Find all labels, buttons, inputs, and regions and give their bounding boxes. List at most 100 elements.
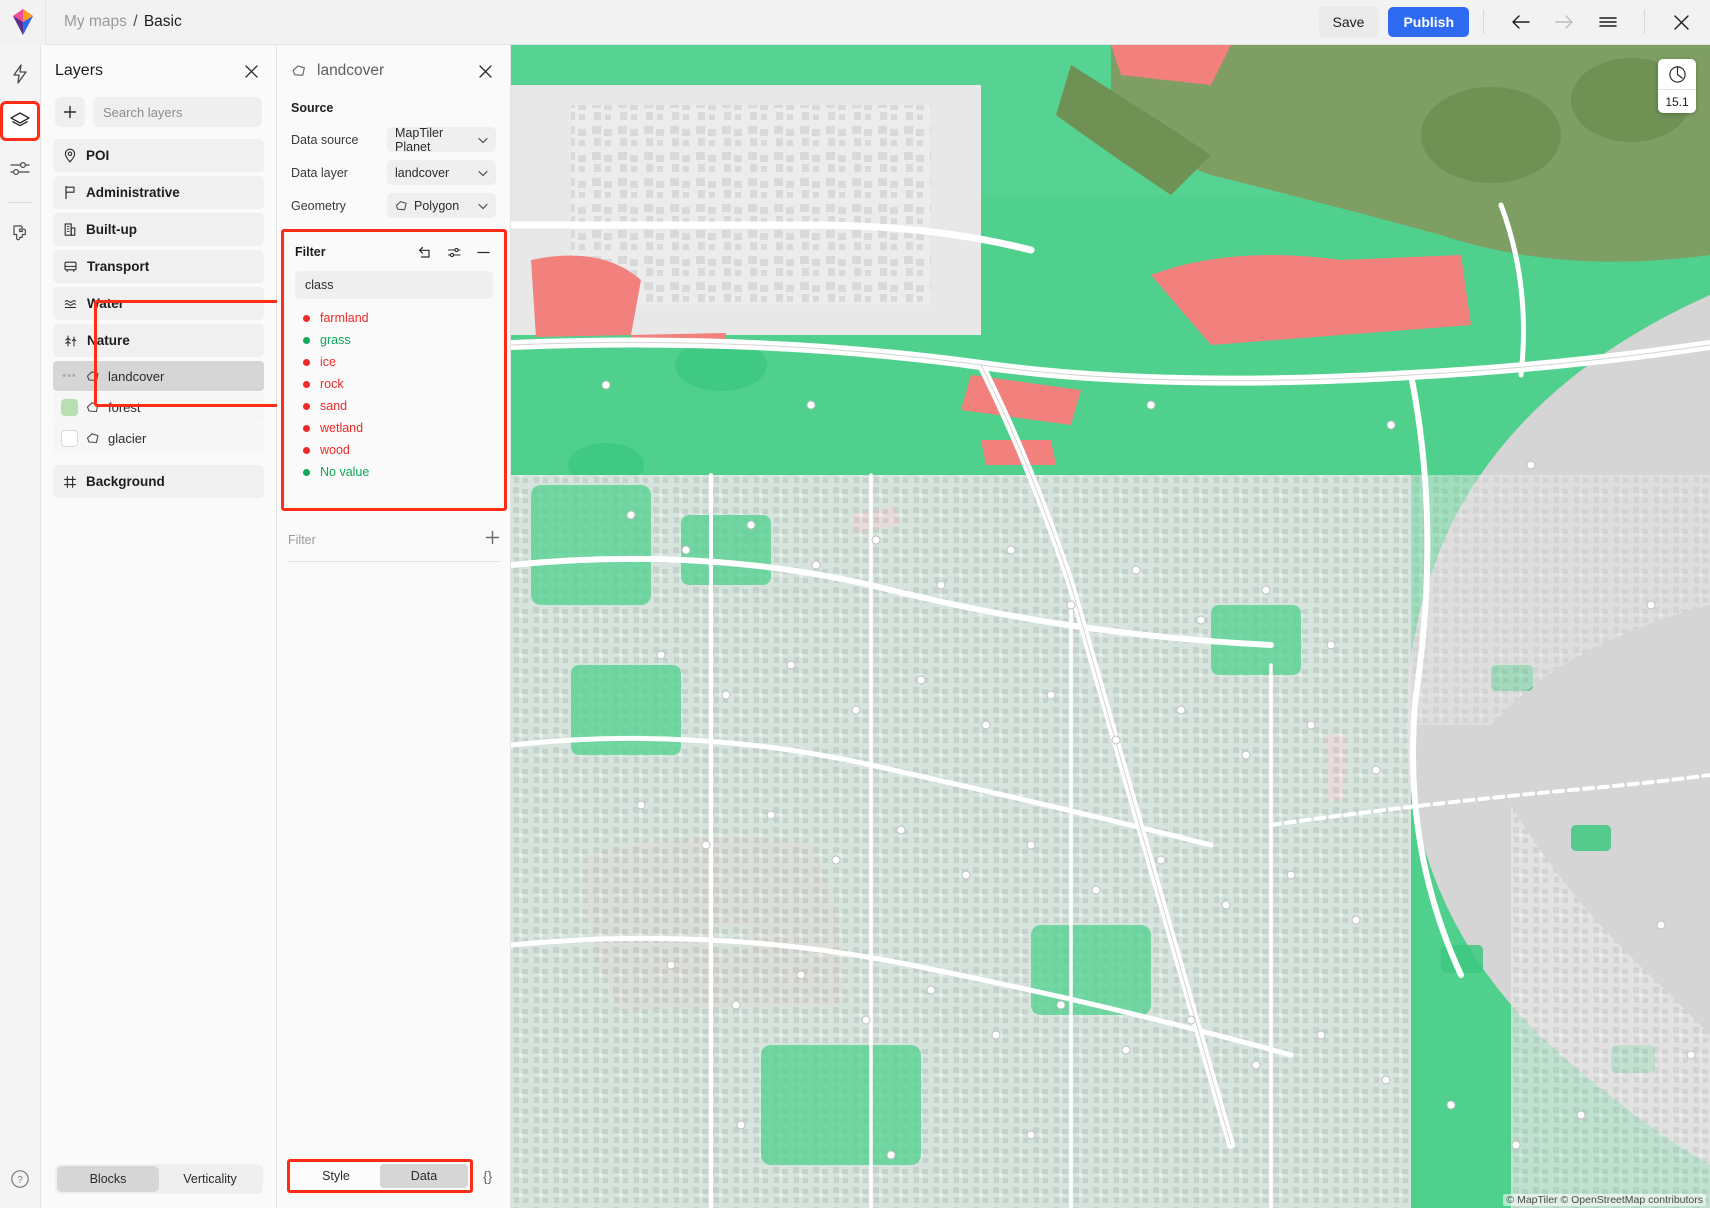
status-dot bbox=[303, 425, 310, 432]
arrow-right-icon bbox=[1555, 14, 1574, 30]
data-source-select[interactable]: MapTiler Planet bbox=[387, 127, 496, 152]
rail-item-quick-actions[interactable] bbox=[3, 57, 37, 91]
layer-swatch[interactable] bbox=[61, 430, 78, 447]
filter-value-no-value[interactable]: No value bbox=[287, 461, 501, 483]
filter-value-label: rock bbox=[320, 377, 344, 391]
layer-group-nature[interactable]: Nature bbox=[53, 324, 264, 357]
close-layers-panel-button[interactable] bbox=[240, 60, 262, 82]
map-attribution[interactable]: © MapTiler © OpenStreetMap contributors bbox=[1503, 1194, 1706, 1206]
layer-swatch[interactable] bbox=[61, 399, 78, 416]
search-layers-box[interactable] bbox=[93, 97, 262, 127]
waves-icon bbox=[63, 297, 78, 311]
tab-style[interactable]: Style bbox=[292, 1164, 380, 1188]
layer-group-transport[interactable]: Transport bbox=[53, 250, 264, 283]
tab-verticality[interactable]: Verticality bbox=[159, 1166, 261, 1192]
close-icon bbox=[1673, 14, 1690, 31]
rail-item-plugins[interactable] bbox=[3, 217, 37, 251]
close-editor-button[interactable] bbox=[1666, 7, 1696, 37]
add-filter-button[interactable] bbox=[485, 530, 500, 550]
layer-item-glacier[interactable]: glacier bbox=[53, 423, 264, 453]
layer-group-built-up[interactable]: Built-up bbox=[53, 213, 264, 246]
filter-value-grass[interactable]: grass bbox=[287, 329, 501, 351]
filter-value-ice[interactable]: ice bbox=[287, 351, 501, 373]
arrow-left-icon bbox=[1511, 14, 1530, 30]
building-icon bbox=[63, 222, 77, 237]
layers-search-row bbox=[41, 97, 276, 139]
field-value: Polygon bbox=[414, 199, 459, 213]
add-filter-row: Filter bbox=[288, 525, 500, 555]
tab-data[interactable]: Data bbox=[380, 1164, 468, 1188]
help-button[interactable]: ? bbox=[5, 1164, 35, 1194]
geometry-select[interactable]: Polygon bbox=[387, 193, 496, 218]
filter-heading: Filter bbox=[295, 245, 326, 259]
layers-stack-icon bbox=[9, 111, 31, 131]
layers-panel-header: Layers bbox=[41, 45, 276, 97]
filter-reset-button[interactable] bbox=[417, 244, 433, 260]
plus-icon bbox=[63, 105, 77, 119]
layer-group-poi[interactable]: POI bbox=[53, 139, 264, 172]
clock-zoom-icon bbox=[1668, 65, 1687, 84]
forward-button[interactable] bbox=[1549, 7, 1579, 37]
breadcrumb-current: Basic bbox=[144, 13, 182, 30]
filter-value-label: grass bbox=[320, 333, 351, 347]
tree-icon bbox=[63, 333, 78, 348]
tab-blocks[interactable]: Blocks bbox=[57, 1166, 159, 1192]
filter-value-wood[interactable]: wood bbox=[287, 439, 501, 461]
field-data-layer: Data layer landcover bbox=[277, 158, 510, 187]
filter-value-farmland[interactable]: farmland bbox=[287, 307, 501, 329]
layer-group-label: Background bbox=[86, 474, 165, 489]
filter-value-label: sand bbox=[320, 399, 347, 413]
filter-value-sand[interactable]: sand bbox=[287, 395, 501, 417]
filter-field-name: class bbox=[305, 278, 333, 292]
layer-group-label: Nature bbox=[87, 333, 130, 348]
layer-swatch-dots-icon: ••• bbox=[61, 368, 78, 385]
filter-value-rock[interactable]: rock bbox=[287, 373, 501, 395]
map-pin-icon bbox=[63, 148, 77, 163]
filter-value-wetland[interactable]: wetland bbox=[287, 417, 501, 439]
filter-collapse-button[interactable] bbox=[475, 244, 491, 260]
style-data-tabs-highlight: Style Data bbox=[287, 1159, 473, 1193]
data-layer-select[interactable]: landcover bbox=[387, 160, 496, 185]
layer-item-label: forest bbox=[108, 400, 141, 415]
menu-button[interactable] bbox=[1593, 7, 1623, 37]
layer-group-water[interactable]: Water bbox=[53, 287, 264, 320]
layers-bottom-tabs: Blocks Verticality bbox=[55, 1164, 263, 1194]
breadcrumb: My maps / Basic bbox=[64, 13, 182, 31]
source-section-heading: Source bbox=[277, 97, 510, 125]
search-input[interactable] bbox=[103, 105, 252, 120]
zoom-level-value: 15.1 bbox=[1665, 90, 1688, 113]
map-canvas[interactable]: 15.1 © MapTiler © OpenStreetMap contribu… bbox=[511, 45, 1710, 1208]
chevron-down-icon bbox=[478, 131, 488, 149]
close-detail-panel-button[interactable] bbox=[474, 60, 496, 82]
filter-value-label: farmland bbox=[320, 311, 369, 325]
save-button[interactable]: Save bbox=[1319, 7, 1379, 37]
layer-group-label: Administrative bbox=[86, 185, 180, 200]
layer-group-background[interactable]: Background bbox=[53, 465, 264, 498]
zoom-clock-icon-wrap bbox=[1668, 59, 1687, 89]
filter-field-chip[interactable]: class bbox=[295, 271, 493, 299]
curly-braces-icon[interactable]: {} bbox=[483, 1168, 492, 1184]
back-button[interactable] bbox=[1505, 7, 1535, 37]
status-dot bbox=[303, 337, 310, 344]
rail-item-settings[interactable] bbox=[3, 151, 37, 185]
close-icon bbox=[478, 64, 493, 79]
filter-header-actions bbox=[417, 244, 491, 260]
layer-item-landcover[interactable]: ••• landcover bbox=[53, 361, 264, 391]
status-dot bbox=[303, 447, 310, 454]
rail-item-layers[interactable] bbox=[3, 104, 37, 138]
zoom-level-indicator[interactable]: 15.1 bbox=[1658, 59, 1696, 113]
field-data-source: Data source MapTiler Planet bbox=[277, 125, 510, 154]
layer-group-administrative[interactable]: Administrative bbox=[53, 176, 264, 209]
layer-item-forest[interactable]: forest bbox=[53, 392, 264, 422]
filter-settings-button[interactable] bbox=[446, 244, 462, 260]
detail-panel-footer: Style Data {} bbox=[277, 1154, 511, 1198]
top-bar: My maps / Basic Save Publish bbox=[0, 0, 1710, 45]
add-layer-button[interactable] bbox=[55, 97, 85, 127]
toolbar-divider-2 bbox=[1644, 10, 1645, 34]
publish-button[interactable]: Publish bbox=[1388, 7, 1469, 37]
maptiler-logo-icon bbox=[12, 9, 34, 35]
breadcrumb-root[interactable]: My maps bbox=[64, 13, 127, 30]
polygon-icon bbox=[395, 200, 408, 212]
layer-item-label: glacier bbox=[108, 431, 146, 446]
app-logo[interactable] bbox=[0, 0, 46, 45]
